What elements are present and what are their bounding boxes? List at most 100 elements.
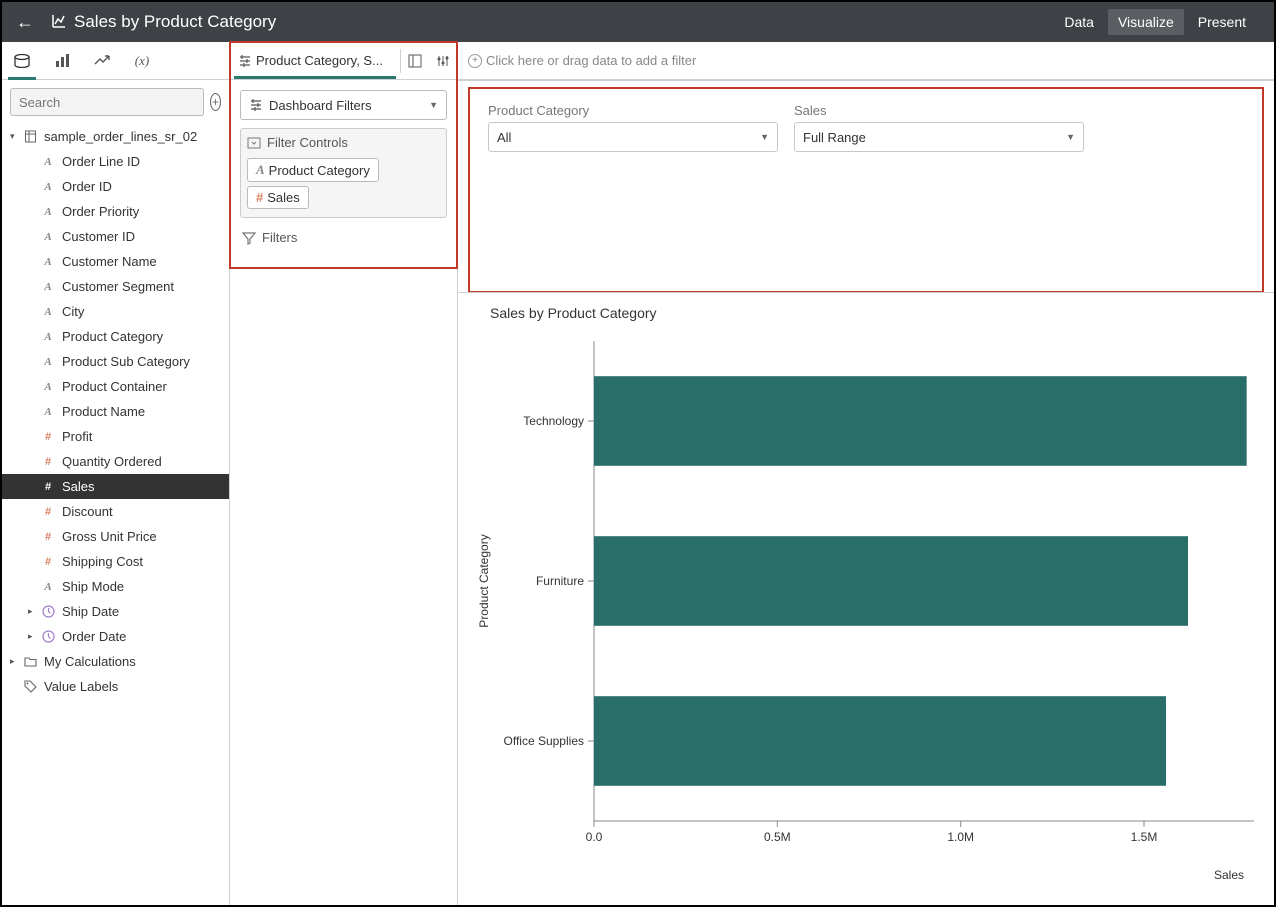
tag-icon	[22, 680, 38, 693]
tree-item[interactable]: ACity	[2, 299, 229, 324]
tree-item[interactable]: A Customer Name	[2, 249, 229, 274]
tree-item[interactable]: ACustomer Segment	[2, 274, 229, 299]
chip-product-category[interactable]: AProduct Category	[247, 158, 379, 182]
tree-item[interactable]: #Profit	[2, 424, 229, 449]
clock-icon	[40, 630, 56, 643]
tree-item[interactable]: A Product Sub Category	[2, 349, 229, 374]
add-button[interactable]: +	[210, 93, 221, 111]
svg-text:0.0: 0.0	[586, 830, 603, 844]
caret-down-icon: ▼	[1066, 132, 1075, 142]
dataset-icon	[22, 130, 38, 143]
tree-item[interactable]: ▾sample_order_lines_sr_02	[2, 124, 229, 149]
mode-tabs: Data Visualize Present	[1054, 9, 1256, 35]
text-type-icon: A	[40, 231, 56, 243]
sliders-icon	[249, 98, 263, 112]
tree-item[interactable]: AOrder Priority	[2, 199, 229, 224]
tree-item[interactable]: A Ship Mode	[2, 574, 229, 599]
tab-visualize[interactable]: Visualize	[1108, 9, 1184, 35]
page-title: Sales by Product Category	[74, 12, 1054, 32]
tab-data[interactable]: Data	[1054, 9, 1104, 35]
dashboard-filters-select[interactable]: Dashboard Filters ▼	[240, 90, 447, 120]
svg-text:1.0M: 1.0M	[947, 830, 974, 844]
tree-item-label: sample_order_lines_sr_02	[44, 129, 197, 144]
tree-item[interactable]: #Quantity Ordered	[2, 449, 229, 474]
number-type-icon: #	[40, 481, 56, 493]
chart-container: Sales by Product Category 0.00.5M1.0M1.5…	[458, 293, 1274, 905]
filters-label: Filters	[262, 230, 297, 245]
text-type-icon: A	[40, 256, 56, 268]
text-type-icon: A	[40, 156, 56, 168]
filter-product-category-label: Product Category	[488, 103, 778, 118]
settings-icon-button[interactable]	[429, 42, 457, 80]
tree-item-label: Customer ID	[62, 229, 135, 244]
caret-down-icon: ▼	[429, 100, 438, 110]
filter-product-category-select[interactable]: All▼	[488, 122, 778, 152]
chip-sales[interactable]: #Sales	[247, 186, 309, 209]
dashboard-filters-label: Dashboard Filters	[269, 98, 372, 113]
tree-item[interactable]: AProduct Category	[2, 324, 229, 349]
layout-icon-button[interactable]	[401, 42, 429, 80]
filter-drop-bar[interactable]: + Click here or drag data to add a filte…	[458, 42, 1274, 80]
tree-item-label: Product Category	[62, 329, 163, 344]
number-type-icon: #	[40, 456, 56, 468]
tree-item-label: Ship Date	[62, 604, 119, 619]
filter-sales-select[interactable]: Full Range▼	[794, 122, 1084, 152]
svg-text:0.5M: 0.5M	[764, 830, 791, 844]
tree-item[interactable]: A Order Line ID	[2, 149, 229, 174]
filter-icon	[242, 231, 256, 245]
bar-chart-tab-icon[interactable]	[42, 42, 82, 80]
app-header: ← Sales by Product Category Data Visuali…	[2, 2, 1274, 42]
text-type-icon: A	[40, 381, 56, 393]
text-type-icon: A	[40, 306, 56, 318]
svg-text:Product Category: Product Category	[477, 534, 491, 627]
tree-item[interactable]: A Product Container	[2, 374, 229, 399]
filter-controls-label: Filter Controls	[267, 135, 348, 150]
tree-item-label: Customer Segment	[62, 279, 174, 294]
number-type-icon: #	[40, 531, 56, 543]
filter-tab-label: Product Category, S...	[256, 53, 383, 68]
tree-item-label: Order Priority	[62, 204, 139, 219]
tree-item[interactable]: ▸My Calculations	[2, 649, 229, 674]
tree-item[interactable]: A Customer ID	[2, 224, 229, 249]
text-type-icon: A	[40, 181, 56, 193]
svg-text:Office Supplies: Office Supplies	[504, 734, 585, 748]
sliders-icon	[238, 54, 252, 68]
filters-section[interactable]: Filters	[240, 226, 447, 249]
back-button[interactable]: ←	[10, 7, 40, 37]
tab-present[interactable]: Present	[1188, 9, 1256, 35]
data-tree: ▾sample_order_lines_sr_02AOrder Line IDA…	[2, 124, 229, 905]
tree-item-label: Product Container	[62, 379, 167, 394]
tree-item[interactable]: #Discount	[2, 499, 229, 524]
text-type-icon: A	[40, 356, 56, 368]
tree-item[interactable]: ▸Order Date	[2, 624, 229, 649]
trend-tab-icon[interactable]	[82, 42, 122, 80]
tree-item-label: Profit	[62, 429, 92, 444]
canvas: + Click here or drag data to add a filte…	[458, 42, 1274, 905]
filter-sales-label: Sales	[794, 103, 1084, 118]
tree-item[interactable]: Value Labels	[2, 674, 229, 699]
tree-item[interactable]: AOrder ID	[2, 174, 229, 199]
tree-item[interactable]: AProduct Name	[2, 399, 229, 424]
plus-circle-icon: +	[468, 54, 482, 68]
data-tab-icon[interactable]	[2, 42, 42, 80]
dropdown-box-icon	[247, 136, 261, 150]
search-input[interactable]	[10, 88, 204, 116]
data-panel: (x) + ▾sample_order_lines_sr_02 A Order Li…	[2, 42, 230, 905]
tree-item[interactable]: # Gross Unit Price	[2, 524, 229, 549]
tree-item-label: Product Sub Category	[62, 354, 190, 369]
tree-item[interactable]: #Shipping Cost	[2, 549, 229, 574]
text-type-icon: A	[40, 581, 56, 593]
tree-item[interactable]: #Sales	[2, 474, 229, 499]
filter-controls-panel: Filter Controls AProduct Category #Sales	[240, 128, 447, 218]
tree-item-label: Order Line ID	[62, 154, 140, 169]
tree-item[interactable]: ▸Ship Date	[2, 599, 229, 624]
tree-item-label: Customer Name	[62, 254, 157, 269]
tree-item-label: Gross Unit Price	[62, 529, 157, 544]
svg-text:Furniture: Furniture	[536, 574, 584, 588]
tree-item-label: Product Name	[62, 404, 145, 419]
variable-tab-icon[interactable]: (x)	[122, 42, 162, 80]
filter-tab[interactable]: Product Category, S...	[230, 42, 400, 79]
tree-item-label: Ship Mode	[62, 579, 124, 594]
folder-icon	[22, 656, 38, 667]
tree-item-label: Value Labels	[44, 679, 118, 694]
